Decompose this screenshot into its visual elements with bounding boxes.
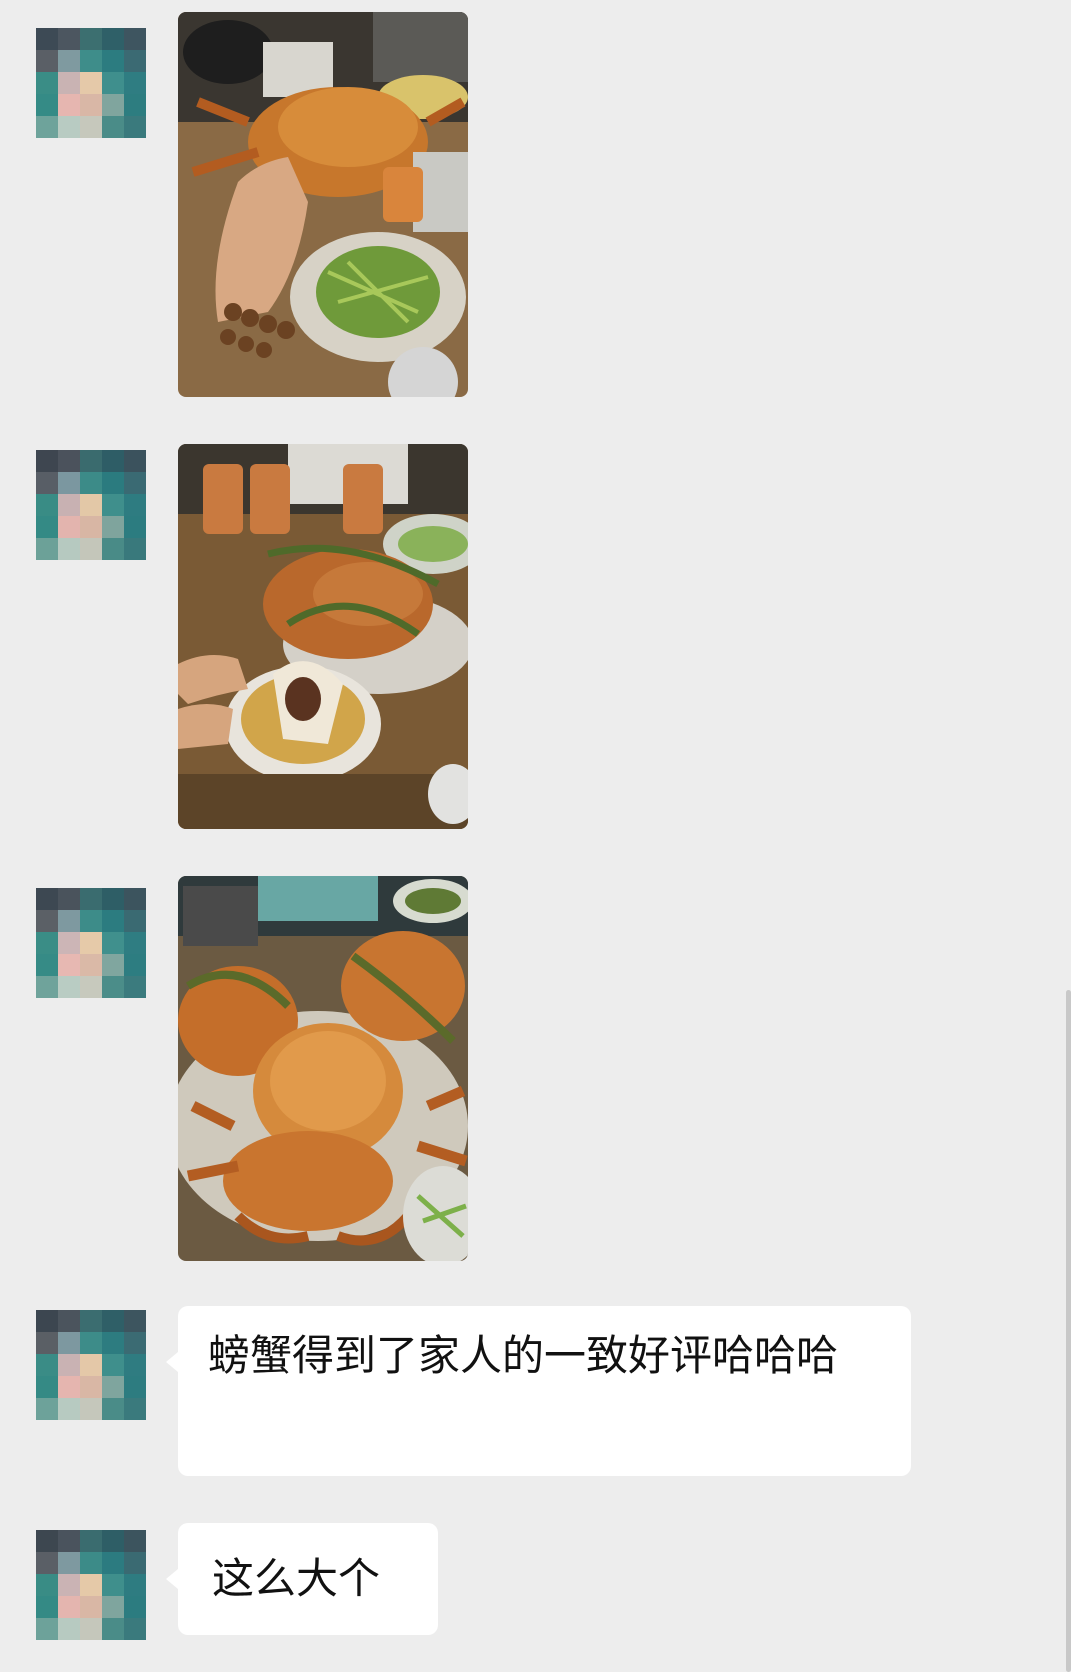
avatar[interactable] (36, 1310, 146, 1420)
avatar[interactable] (36, 28, 146, 138)
message-bubble[interactable]: 螃蟹得到了家人的一致好评哈哈哈 (166, 1306, 911, 1476)
avatar[interactable] (36, 450, 146, 560)
crab-rice-photo-icon[interactable] (178, 444, 468, 829)
message-text: 这么大个 (212, 1554, 381, 1603)
chat-window: 螃蟹得到了家人的一致好评哈哈哈 这么大个 (0, 0, 1071, 1672)
avatar[interactable] (36, 888, 146, 998)
message-text: 螃蟹得到了家人的一致好评哈哈哈 (208, 1331, 839, 1380)
crab-platter-photo-icon[interactable] (178, 876, 468, 1261)
message-bubble[interactable]: 这么大个 (166, 1523, 438, 1635)
scrollbar[interactable] (1066, 990, 1071, 1672)
crab-photo-icon[interactable] (178, 12, 468, 397)
avatar[interactable] (36, 1530, 146, 1640)
